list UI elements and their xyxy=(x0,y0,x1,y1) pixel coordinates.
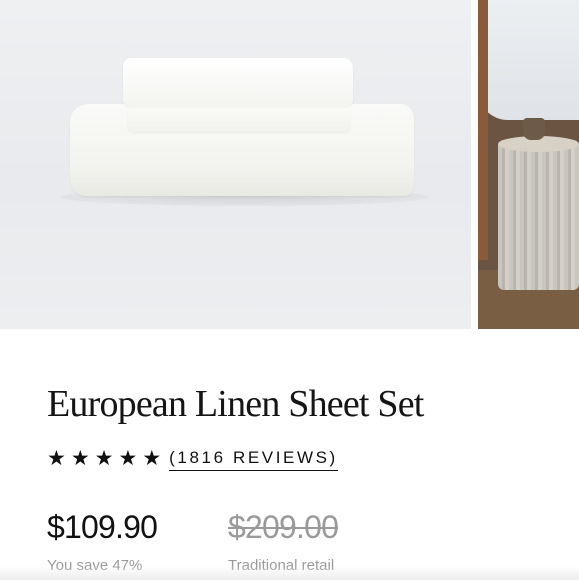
bottom-fade xyxy=(0,566,579,580)
gallery-gap xyxy=(471,0,478,330)
mug xyxy=(523,118,545,140)
retail-price: $209.00 xyxy=(228,509,339,545)
folded-fitted-sheet xyxy=(128,104,350,132)
product-rating[interactable]: ★ ★ ★ ★ ★ (1816 REVIEWS) xyxy=(47,445,338,471)
star-icon: ★ xyxy=(94,445,114,470)
bed-frame xyxy=(478,0,488,260)
gallery-image-stacked-sheets[interactable] xyxy=(0,0,471,329)
rating-stars: ★ ★ ★ ★ ★ xyxy=(47,445,162,470)
gallery-image-bedroom[interactable] xyxy=(478,0,579,329)
folded-pillowcases xyxy=(123,58,353,106)
sale-price: $109.90 xyxy=(47,509,158,545)
star-icon: ★ xyxy=(70,445,90,470)
product-title: European Linen Sheet Set xyxy=(47,383,424,425)
bed-linen xyxy=(478,0,579,120)
product-image-gallery[interactable] xyxy=(0,0,579,330)
star-icon: ★ xyxy=(142,445,162,470)
reviews-label[interactable]: (1816 REVIEWS) xyxy=(169,448,338,471)
star-icon: ★ xyxy=(47,445,66,470)
star-icon: ★ xyxy=(118,445,138,470)
reviews-link[interactable]: (1816 REVIEWS) xyxy=(169,448,338,471)
stump-side-table xyxy=(498,140,579,290)
